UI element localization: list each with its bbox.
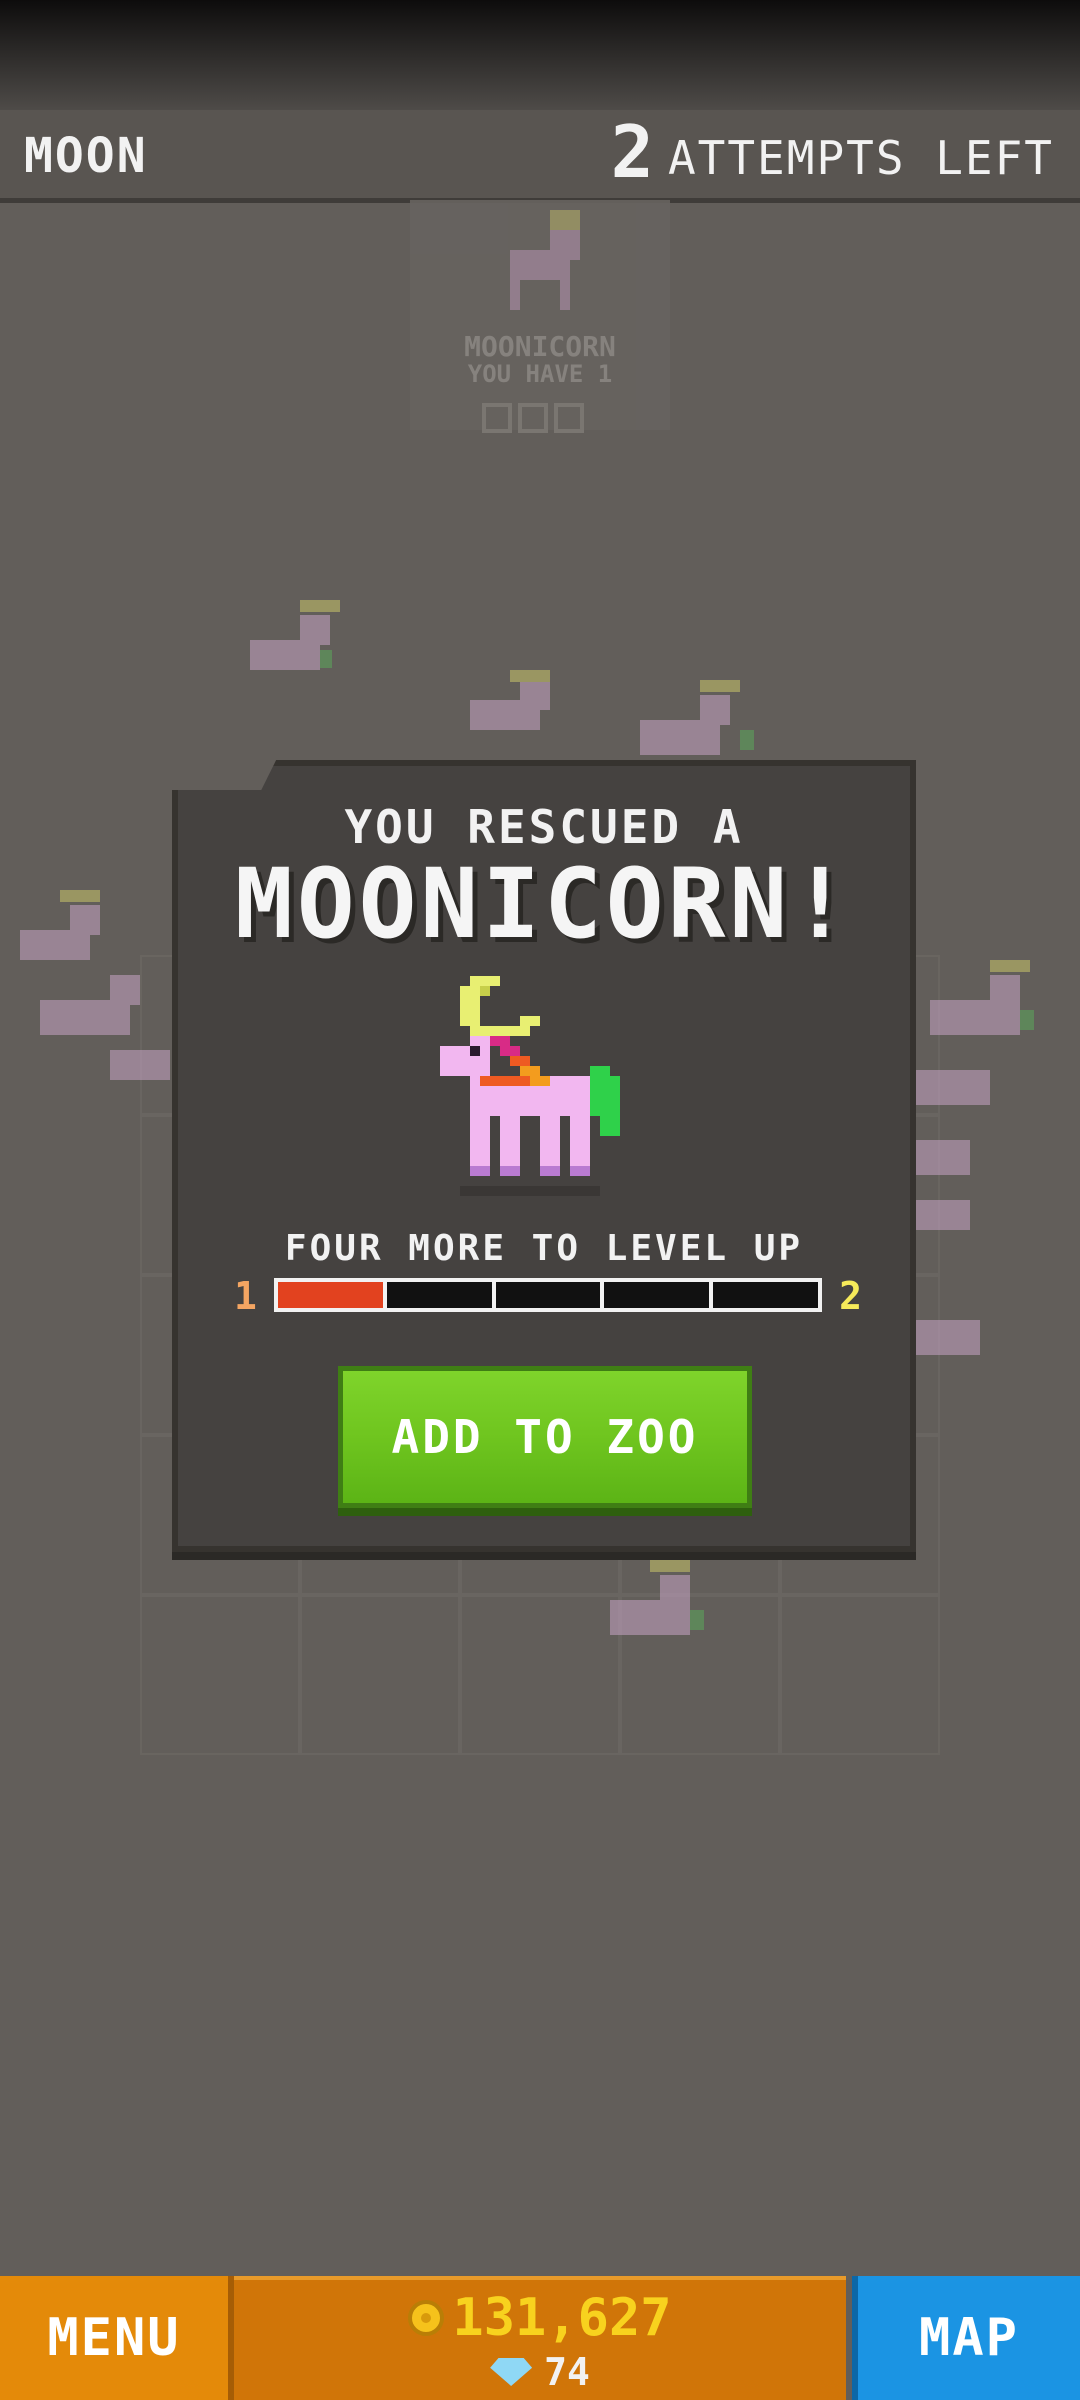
gems-display: 74 [234,2350,846,2394]
attempts-indicator: 2 ATTEMPTS LEFT [611,116,1054,188]
background-slots [482,403,584,433]
animal-title: MOONICORN! [235,848,853,960]
coin-count: 131,627 [452,2288,672,2348]
background-animal-name: MOONICORN [464,330,616,363]
moonicorn-icon [510,210,580,310]
current-level: 1 [234,1274,257,1318]
progress-segment [604,1282,714,1308]
progress-segment [387,1282,496,1308]
slot [482,403,512,433]
background-owned-text: YOU HAVE 1 [467,360,613,388]
attempts-count: 2 [610,110,654,194]
background-animal-card: MOONICORN YOU HAVE 1 [410,200,670,433]
level-progress-bar [274,1278,822,1312]
rescue-dialog: YOU RESCUED A MOONICORN! FOUR MORE TO LE… [172,760,916,1552]
top-bar: MOON 2 ATTEMPTS LEFT [0,110,1080,203]
menu-button[interactable]: MENU [0,2276,234,2400]
add-to-zoo-button[interactable]: ADD TO ZOO [338,1366,752,1508]
progress-segment [496,1282,605,1308]
gem-count: 74 [544,2350,590,2394]
rescued-heading: YOU RESCUED A [344,800,744,854]
progress-segment [278,1282,387,1308]
next-level: 2 [839,1274,862,1318]
status-bar-area [0,0,1080,110]
moonicorn-sprite [440,976,620,1196]
diamond-icon [490,2358,533,2386]
currency-panel: 131,627 74 [234,2276,846,2400]
coins-display: 131,627 [234,2288,846,2348]
slot [518,403,548,433]
slot [554,403,584,433]
level-name: MOON [24,128,148,184]
coin-icon [408,2300,445,2336]
levelup-text: FOUR MORE TO LEVEL UP [284,1228,804,1269]
progress-segment [713,1282,818,1308]
bottom-bar: MENU 131,627 74 MAP [0,2276,1080,2400]
map-button[interactable]: MAP [852,2276,1080,2400]
attempts-label: ATTEMPTS LEFT [667,131,1054,185]
